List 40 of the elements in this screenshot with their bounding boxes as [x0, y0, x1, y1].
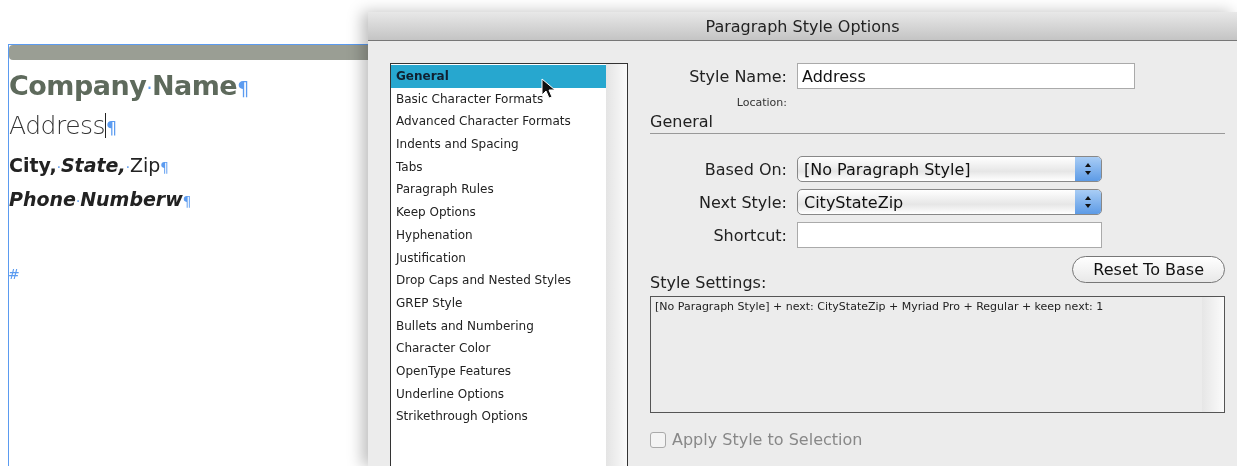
- section-title: General: [650, 112, 1225, 134]
- category-item[interactable]: Basic Character Formats: [391, 87, 606, 111]
- end-of-story-mark: #: [8, 266, 20, 282]
- city-state-zip-text: City,·State,·Zip¶: [9, 153, 170, 178]
- based-on-dropdown[interactable]: [No Paragraph Style]: [797, 156, 1102, 182]
- category-item[interactable]: Bullets and Numbering: [391, 314, 606, 338]
- category-item[interactable]: OpenType Features: [391, 359, 606, 383]
- category-item[interactable]: General: [391, 65, 606, 88]
- shortcut-field[interactable]: [797, 222, 1102, 248]
- style-name-label: Style Name:: [688, 66, 787, 86]
- category-item[interactable]: Advanced Character Formats: [391, 110, 606, 134]
- scrollbar[interactable]: [1202, 297, 1224, 412]
- phone-number-text: Phone·Numberw¶: [9, 187, 193, 212]
- style-settings-text: [No Paragraph Style] + next: CityStateZip + Myriad Pro + Regular + keep next: 1: [654, 299, 1105, 315]
- next-style-dropdown[interactable]: CityStateZip: [797, 189, 1102, 215]
- category-item[interactable]: Tabs: [391, 155, 606, 179]
- dialog-title: Paragraph Style Options: [368, 12, 1237, 41]
- category-item[interactable]: Indents and Spacing: [391, 133, 606, 156]
- style-name-field[interactable]: Address: [797, 63, 1135, 89]
- stepper-arrows-icon: [1084, 195, 1092, 209]
- category-item[interactable]: Hyphenation: [391, 223, 606, 247]
- style-settings-label: Style Settings:: [650, 273, 768, 292]
- reset-to-base-button[interactable]: Reset To Base: [1072, 256, 1225, 283]
- category-item[interactable]: Character Color: [391, 337, 606, 360]
- category-item[interactable]: GREP Style: [391, 291, 606, 315]
- stepper-arrows-icon: [1084, 162, 1092, 176]
- category-item[interactable]: Paragraph Rules: [391, 178, 606, 202]
- location-label: Location:: [735, 96, 787, 109]
- category-item[interactable]: Justification: [391, 246, 606, 270]
- address-text: Address¶: [9, 110, 118, 142]
- mouse-pointer-icon: [541, 78, 557, 100]
- based-on-label: Based On:: [703, 159, 787, 179]
- category-item[interactable]: Strikethrough Options: [391, 405, 606, 428]
- category-item[interactable]: Drop Caps and Nested Styles: [391, 269, 606, 292]
- next-style-label: Next Style:: [698, 192, 787, 212]
- company-name-text: Company·Name¶: [9, 69, 250, 103]
- shortcut-label: Shortcut:: [712, 225, 787, 245]
- category-item[interactable]: Keep Options: [391, 201, 606, 224]
- scrollbar[interactable]: [606, 64, 627, 466]
- category-item[interactable]: Underline Options: [391, 382, 606, 406]
